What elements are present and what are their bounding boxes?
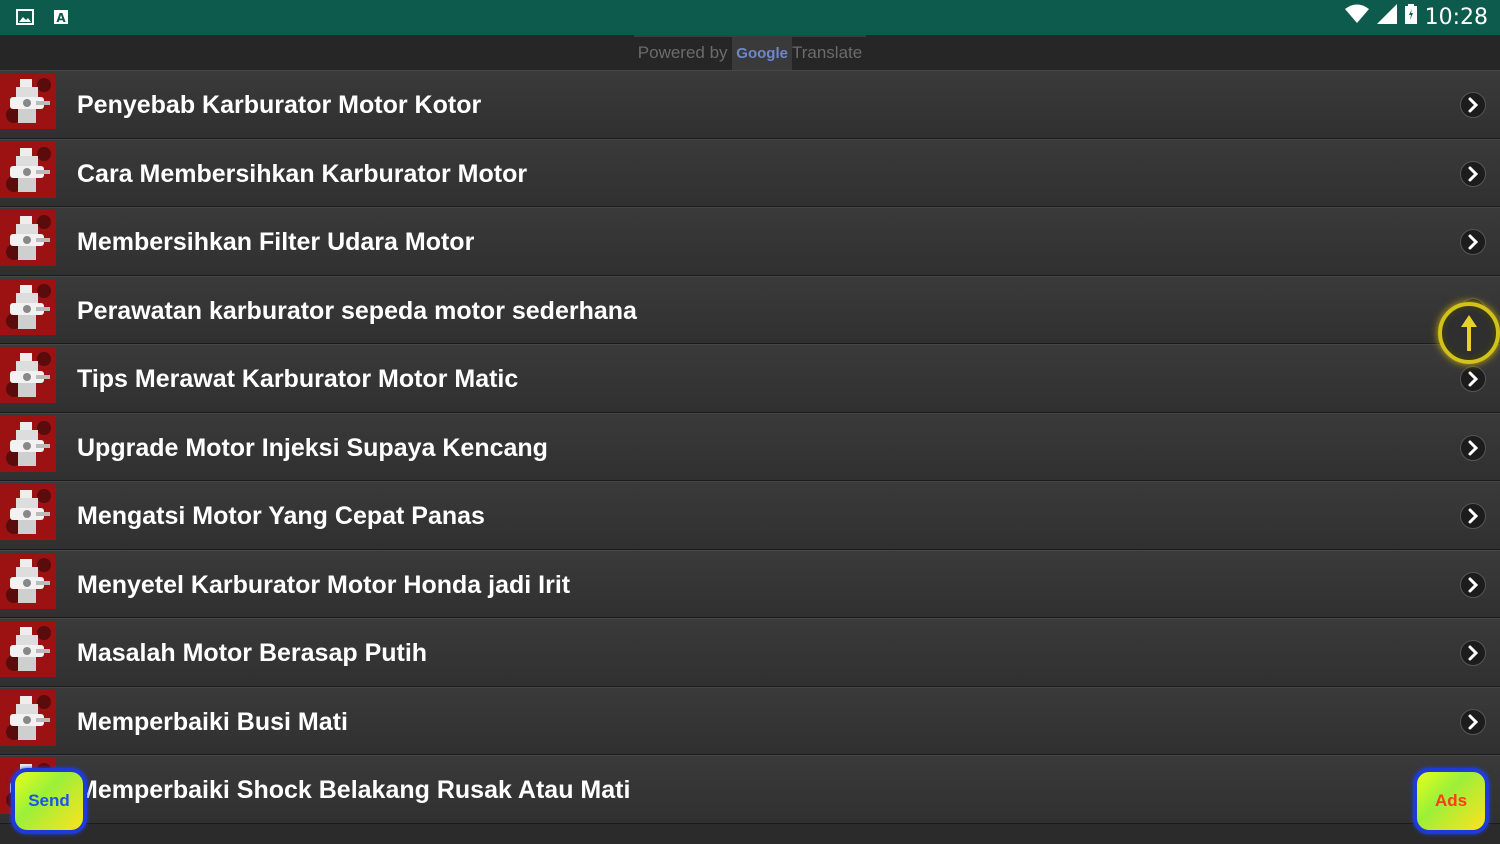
carburetor-thumbnail bbox=[0, 415, 56, 472]
chevron-right-icon[interactable] bbox=[1460, 229, 1486, 255]
svg-text:A: A bbox=[56, 11, 66, 25]
powered-by-label: Powered by bbox=[637, 43, 728, 62]
list-item-label: Mengatsi Motor Yang Cepat Panas bbox=[77, 502, 485, 530]
carburetor-thumbnail bbox=[0, 141, 56, 198]
google-logo: Google bbox=[732, 36, 792, 71]
signal-icon bbox=[1376, 4, 1397, 30]
a-icon: A bbox=[52, 8, 70, 26]
list-item[interactable]: Penyebab Karburator Motor Kotor bbox=[0, 70, 1500, 139]
google-translate-bar[interactable]: Powered by Google Translate bbox=[0, 35, 1500, 71]
list-item-label: Menyetel Karburator Motor Honda jadi Iri… bbox=[77, 570, 571, 599]
carburetor-thumbnail bbox=[0, 73, 56, 129]
carburetor-thumbnail bbox=[0, 621, 56, 677]
chevron-right-icon[interactable] bbox=[1460, 640, 1486, 666]
carburetor-thumbnail bbox=[0, 210, 56, 266]
list-item-label: Membersihkan Filter Udara Motor bbox=[77, 228, 475, 256]
send-button[interactable]: Send bbox=[11, 768, 87, 834]
image-icon bbox=[16, 8, 34, 26]
clock: 10:28 bbox=[1424, 4, 1488, 30]
chevron-right-icon[interactable] bbox=[1460, 160, 1486, 187]
chevron-right-icon[interactable] bbox=[1460, 434, 1486, 461]
ads-button[interactable]: Ads bbox=[1413, 768, 1489, 834]
list-item-label: Memperbaiki Busi Mati bbox=[77, 707, 348, 736]
chevron-right-icon[interactable] bbox=[1460, 571, 1486, 598]
list-item[interactable]: Upgrade Motor Injeksi Supaya Kencang bbox=[0, 412, 1500, 481]
article-list: Penyebab Karburator Motor Kotor Cara Mem… bbox=[0, 70, 1500, 824]
carburetor-thumbnail bbox=[0, 278, 56, 335]
scroll-to-top-button[interactable] bbox=[1438, 302, 1500, 364]
carburetor-thumbnail bbox=[0, 347, 56, 403]
wifi-icon bbox=[1344, 4, 1369, 30]
list-item-label: Perawatan karburator sepeda motor sederh… bbox=[77, 296, 637, 325]
list-item-label: Memperbaiki Shock Belakang Rusak Atau Ma… bbox=[77, 776, 631, 804]
list-item[interactable]: Perawatan karburator sepeda motor sederh… bbox=[0, 275, 1500, 344]
chevron-right-icon[interactable] bbox=[1460, 708, 1486, 735]
list-item[interactable]: Mengatsi Motor Yang Cepat Panas bbox=[0, 481, 1500, 550]
list-item-label: Masalah Motor Berasap Putih bbox=[77, 639, 428, 667]
list-item-label: Cara Membersihkan Karburator Motor bbox=[77, 159, 528, 188]
carburetor-thumbnail bbox=[0, 689, 56, 746]
chevron-right-icon[interactable] bbox=[1460, 366, 1486, 392]
list-item[interactable]: Masalah Motor Berasap Putih bbox=[0, 618, 1500, 687]
arrow-up-icon bbox=[1461, 315, 1477, 351]
chevron-right-icon[interactable] bbox=[1460, 503, 1486, 529]
battery-icon bbox=[1404, 4, 1417, 30]
list-item-label: Tips Merawat Karburator Motor Matic bbox=[77, 365, 519, 393]
list-item[interactable]: Memperbaiki Busi Mati bbox=[0, 686, 1500, 755]
list-item[interactable]: Cara Membersihkan Karburator Motor bbox=[0, 138, 1500, 207]
list-item[interactable]: Menyetel Karburator Motor Honda jadi Iri… bbox=[0, 549, 1500, 618]
list-item[interactable]: Memperbaiki Shock Belakang Rusak Atau Ma… bbox=[0, 755, 1500, 824]
translate-label: Translate bbox=[791, 43, 863, 62]
status-bar: A 10:28 bbox=[0, 0, 1500, 35]
divider bbox=[634, 35, 866, 37]
carburetor-thumbnail bbox=[0, 484, 56, 540]
list-item[interactable]: Tips Merawat Karburator Motor Matic bbox=[0, 344, 1500, 413]
list-item-label: Upgrade Motor Injeksi Supaya Kencang bbox=[77, 433, 548, 462]
list-item-label: Penyebab Karburator Motor Kotor bbox=[77, 91, 482, 119]
carburetor-thumbnail bbox=[0, 552, 56, 609]
chevron-right-icon[interactable] bbox=[1460, 92, 1486, 118]
list-item[interactable]: Membersihkan Filter Udara Motor bbox=[0, 207, 1500, 276]
